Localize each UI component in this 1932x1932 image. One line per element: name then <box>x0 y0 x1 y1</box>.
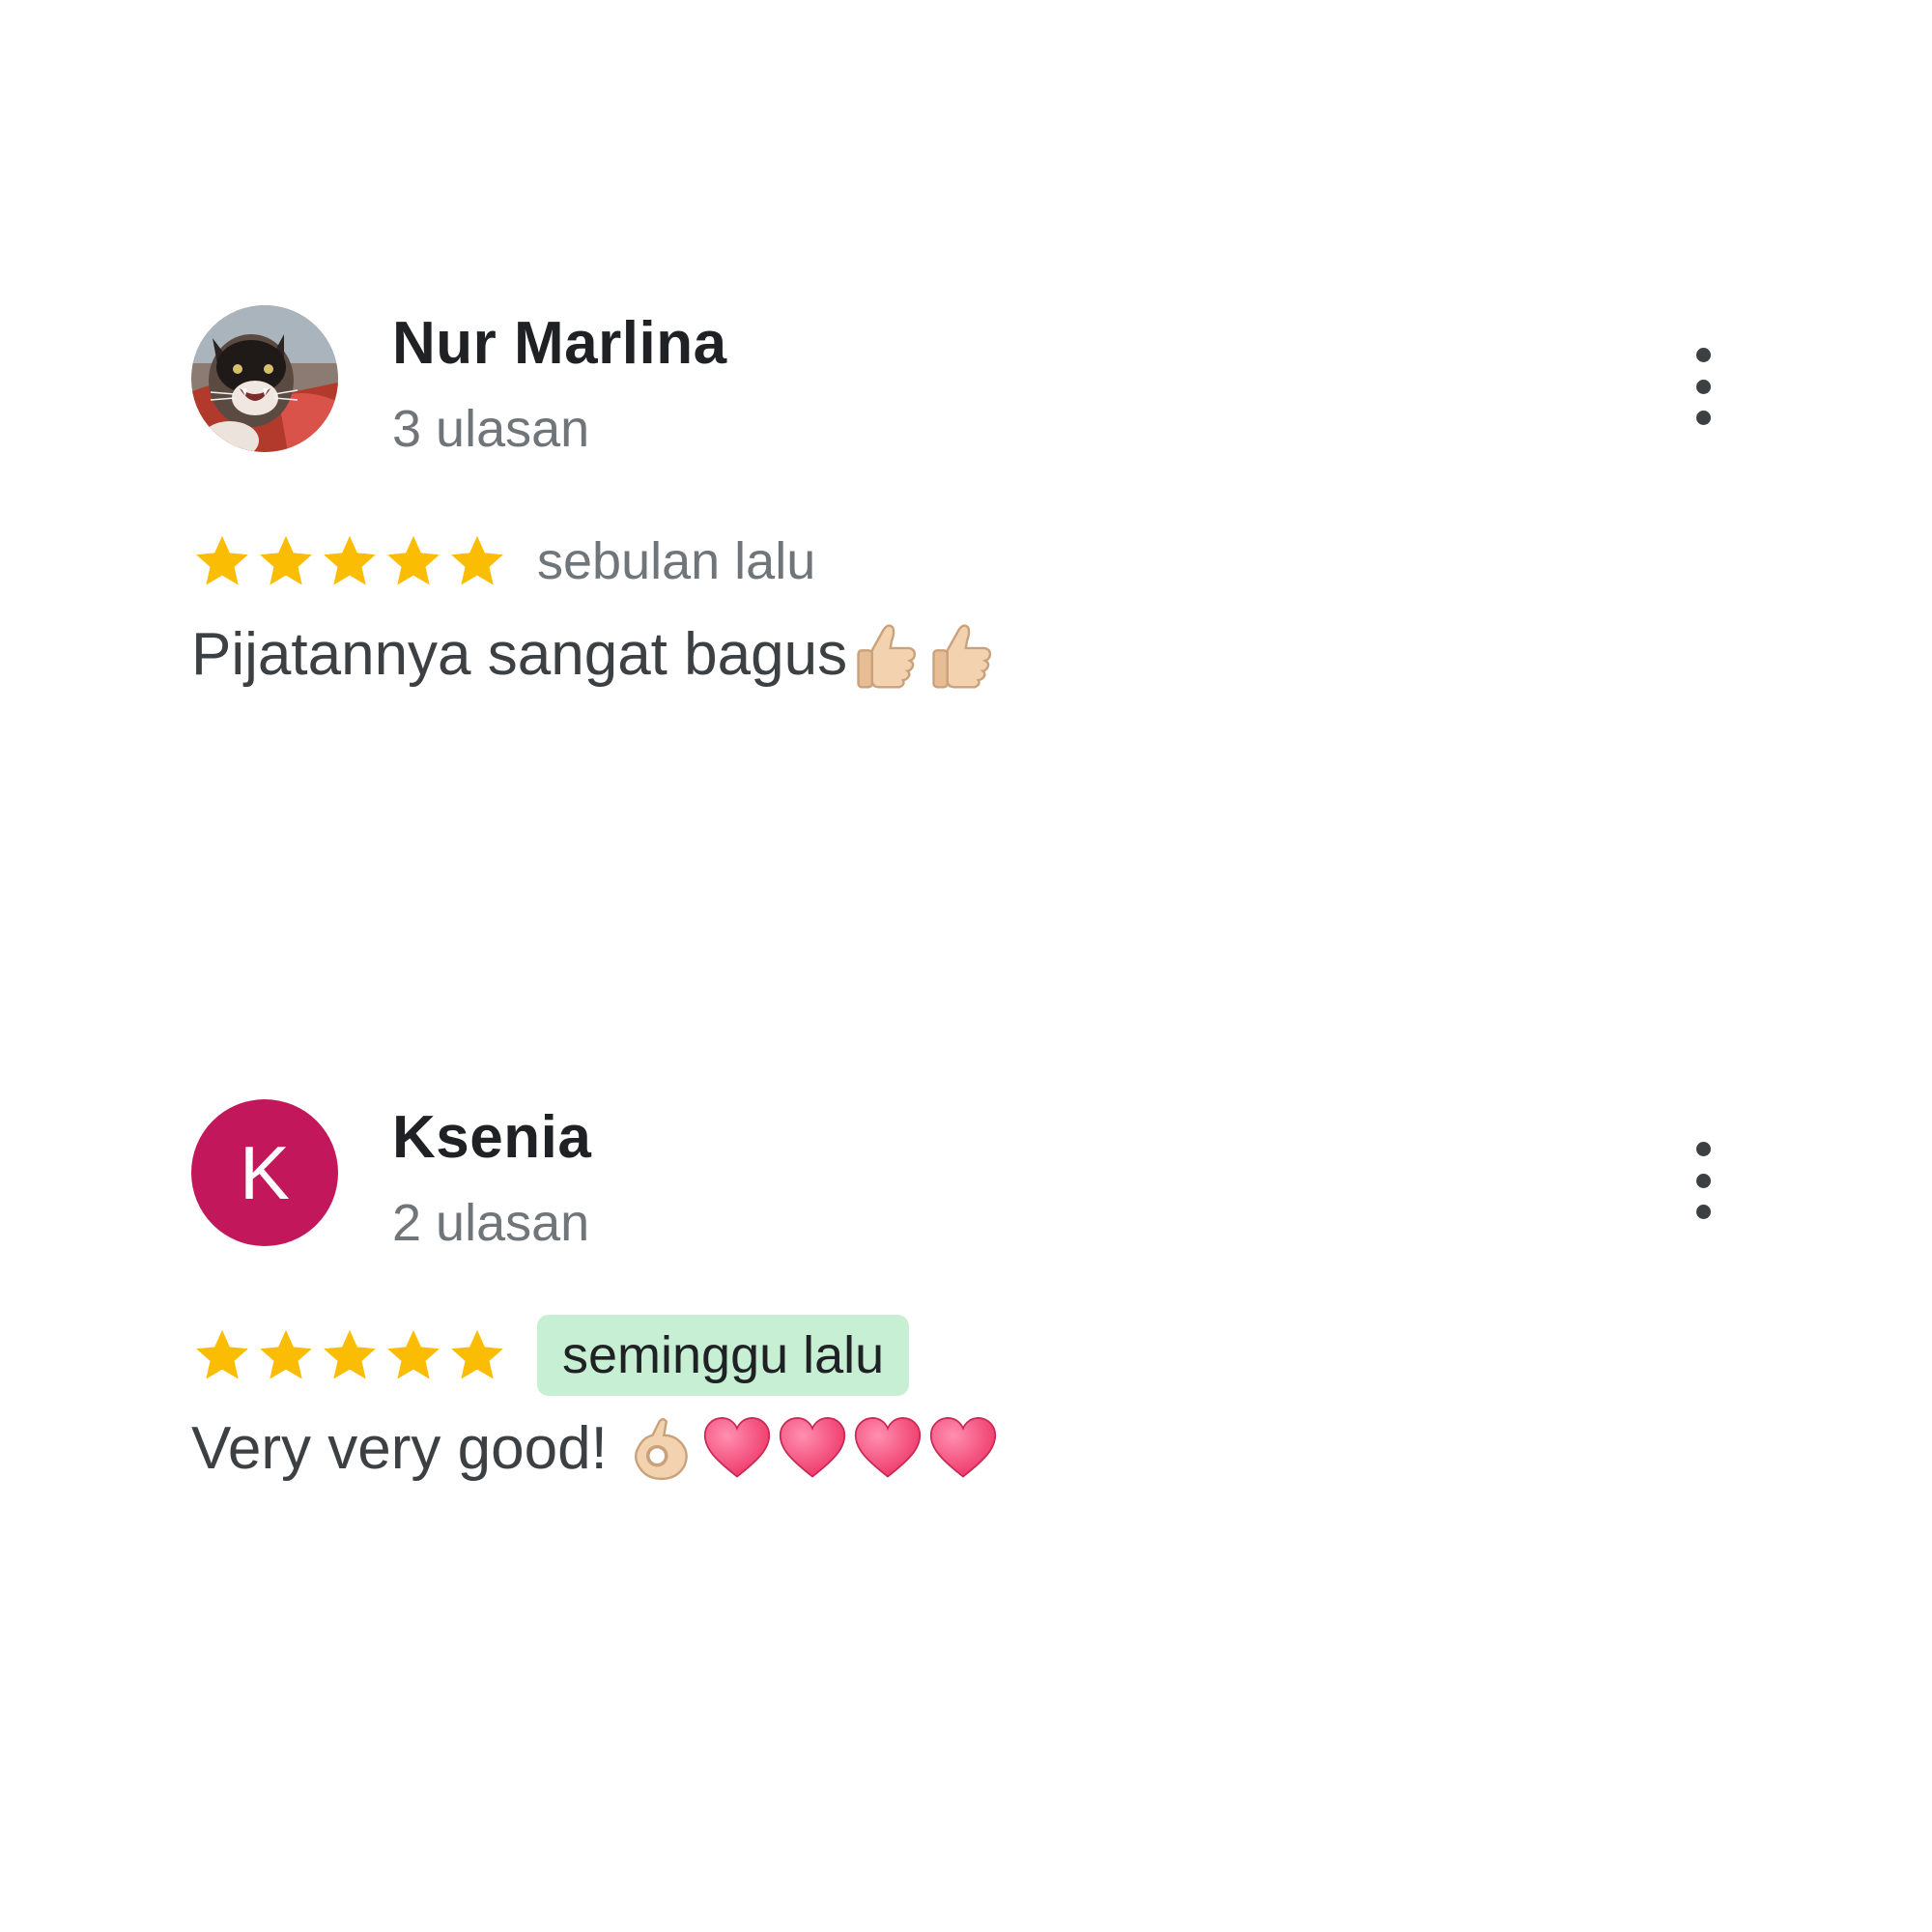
review-text: Very very good! <box>191 1410 1000 1488</box>
more-options-icon[interactable] <box>1679 348 1727 425</box>
star-icon <box>196 1329 248 1379</box>
star-icon <box>387 535 440 585</box>
review-card: Nur Marlina 3 ulasan sebulan lalu Pijata… <box>191 305 1747 769</box>
heart-icon <box>776 1412 849 1486</box>
star-icon <box>260 535 312 585</box>
review-text-content: Pijatannya sangat bagus <box>191 621 848 688</box>
star-icon <box>324 535 376 585</box>
star-icon <box>196 535 248 585</box>
reviewer-name[interactable]: Ksenia <box>392 1103 591 1173</box>
cat-photo-avatar[interactable] <box>191 305 338 452</box>
heart-icon <box>700 1412 774 1486</box>
rating-row: sebulan lalu <box>191 520 815 603</box>
reviewer-review-count: 3 ulasan <box>392 400 590 458</box>
heart-icon <box>926 1412 1000 1486</box>
avatar-letter: K <box>239 1129 291 1215</box>
thumbs-up-icon <box>849 618 923 692</box>
star-icon <box>387 1329 440 1379</box>
thumbs-up-icon <box>924 618 998 692</box>
review-text-content: Very very good! <box>191 1415 608 1482</box>
star-icon <box>324 1329 376 1379</box>
review-card: K Ksenia 2 ulasan seminggu lalu Very ver… <box>191 1099 1747 1563</box>
review-text: Pijatannya sangat bagus <box>191 616 998 694</box>
more-options-icon[interactable] <box>1679 1142 1727 1219</box>
star-icon <box>260 1329 312 1379</box>
star-rating <box>191 530 508 592</box>
star-icon <box>451 535 503 585</box>
reviewer-name[interactable]: Nur Marlina <box>392 309 727 379</box>
reviewer-review-count: 2 ulasan <box>392 1194 590 1252</box>
star-icon <box>451 1329 503 1379</box>
ok-hand-icon <box>625 1412 698 1486</box>
heart-icon <box>851 1412 924 1486</box>
star-rating <box>191 1324 508 1386</box>
review-time-highlighted: seminggu lalu <box>537 1315 910 1396</box>
review-time: sebulan lalu <box>537 532 816 590</box>
rating-row: seminggu lalu <box>191 1314 910 1397</box>
letter-avatar[interactable]: K <box>191 1099 338 1246</box>
